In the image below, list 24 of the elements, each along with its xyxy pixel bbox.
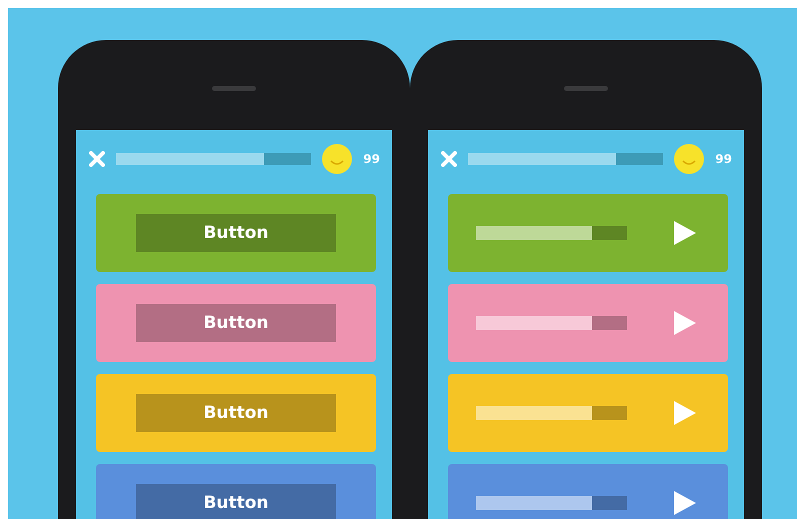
smiley-icon (673, 143, 706, 175)
button-card[interactable]: Button (96, 284, 376, 362)
speaker-slot (212, 86, 256, 91)
button-label: Button (136, 214, 336, 252)
play-icon[interactable] (673, 490, 697, 516)
button-card[interactable]: Button (96, 374, 376, 452)
button-card[interactable]: Button (96, 464, 376, 519)
play-icon[interactable] (673, 220, 697, 246)
button-label: Button (136, 394, 336, 432)
score-count: 99 (715, 152, 732, 166)
smiley-icon (321, 143, 354, 175)
audio-card[interactable] (448, 374, 728, 452)
close-icon[interactable] (88, 150, 106, 168)
audio-card[interactable] (448, 284, 728, 362)
score-count: 99 (363, 152, 380, 166)
button-label: Button (136, 484, 336, 519)
play-icon[interactable] (673, 400, 697, 426)
audio-card[interactable] (448, 194, 728, 272)
button-card[interactable]: Button (96, 194, 376, 272)
audio-card[interactable] (448, 464, 728, 519)
button-label: Button (136, 304, 336, 342)
speaker-slot (564, 86, 608, 91)
play-icon[interactable] (673, 310, 697, 336)
close-icon[interactable] (440, 150, 458, 168)
